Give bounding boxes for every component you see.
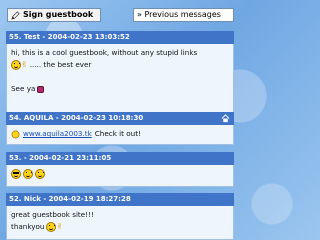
toolbar: Sign guestbook » Previous messages — [0, 0, 240, 22]
smiley-icon — [11, 60, 21, 70]
guestbook-entry: 53. - 2004-02-21 23:11:05 — [6, 152, 234, 187]
pencil-icon — [11, 10, 20, 20]
entry-body: hi, this is a cool guestbook, without an… — [6, 44, 234, 114]
smiley-icon — [35, 169, 45, 179]
entry-header: 52. Nick - 2004-02-19 18:27:28 — [6, 193, 234, 206]
guestbook-entry: 55. Test - 2004-02-23 13:03:52 hi, this … — [6, 31, 234, 114]
home-icon[interactable] — [221, 114, 230, 123]
previous-messages-label: » Previous messages — [137, 10, 221, 19]
entry-body: great guestbook site!!! thankyou ✌ — [6, 206, 234, 240]
message-text: Check it out! — [94, 129, 141, 138]
hand-pointer-icon — [11, 130, 20, 138]
message-line: great guestbook site!!! — [11, 209, 229, 221]
entry-header-text: 52. Nick - 2004-02-19 18:27:28 — [9, 195, 131, 203]
cool-smiley-icon — [11, 169, 21, 179]
entry-header: 55. Test - 2004-02-23 13:03:52 — [6, 31, 234, 44]
message-text: hi, this is a cool guestbook, without an… — [11, 48, 198, 57]
victory-hand-icon: ✌ — [56, 222, 64, 231]
victory-hand-icon: ✌ — [21, 60, 28, 69]
message-text: great guestbook site!!! — [11, 210, 94, 219]
sign-guestbook-button[interactable]: Sign guestbook — [7, 8, 101, 22]
smiley-icon — [23, 169, 33, 179]
message-line: www.aquila2003.tk Check it out! — [11, 128, 229, 140]
guestbook-entry: 52. Nick - 2004-02-19 18:27:28 great gue… — [6, 193, 234, 240]
entry-header-text: 55. Test - 2004-02-23 13:03:52 — [9, 33, 130, 41]
message-line: See ya — [11, 83, 229, 95]
website-link[interactable]: www.aquila2003.tk — [23, 128, 92, 140]
entry-header: 54. AQUILA - 2004-02-23 10:18:30 — [6, 112, 234, 125]
previous-messages-select[interactable]: » Previous messages — [133, 8, 234, 22]
message-line: thankyou ✌ — [11, 221, 229, 233]
message-line — [11, 71, 229, 83]
message-line: ✌ ..... the best ever — [11, 59, 229, 71]
message-line: hi, this is a cool guestbook, without an… — [11, 47, 229, 59]
sign-guestbook-label: Sign guestbook — [23, 10, 94, 19]
message-text: See ya — [11, 84, 36, 93]
guestbook-entry: 54. AQUILA - 2004-02-23 10:18:30 www.aqu… — [6, 112, 234, 145]
devil-emoji-icon — [37, 85, 45, 93]
entry-body — [6, 165, 234, 187]
message-line — [11, 168, 229, 180]
entry-body: www.aquila2003.tk Check it out! — [6, 125, 234, 145]
entry-header-text: 54. AQUILA - 2004-02-23 10:18:30 — [9, 114, 144, 122]
message-text: thankyou — [11, 222, 45, 231]
smiley-icon — [46, 222, 57, 232]
message-text: ..... the best ever — [29, 60, 92, 69]
entry-header: 53. - 2004-02-21 23:11:05 — [6, 152, 234, 165]
entry-header-text: 53. - 2004-02-21 23:11:05 — [9, 154, 112, 162]
